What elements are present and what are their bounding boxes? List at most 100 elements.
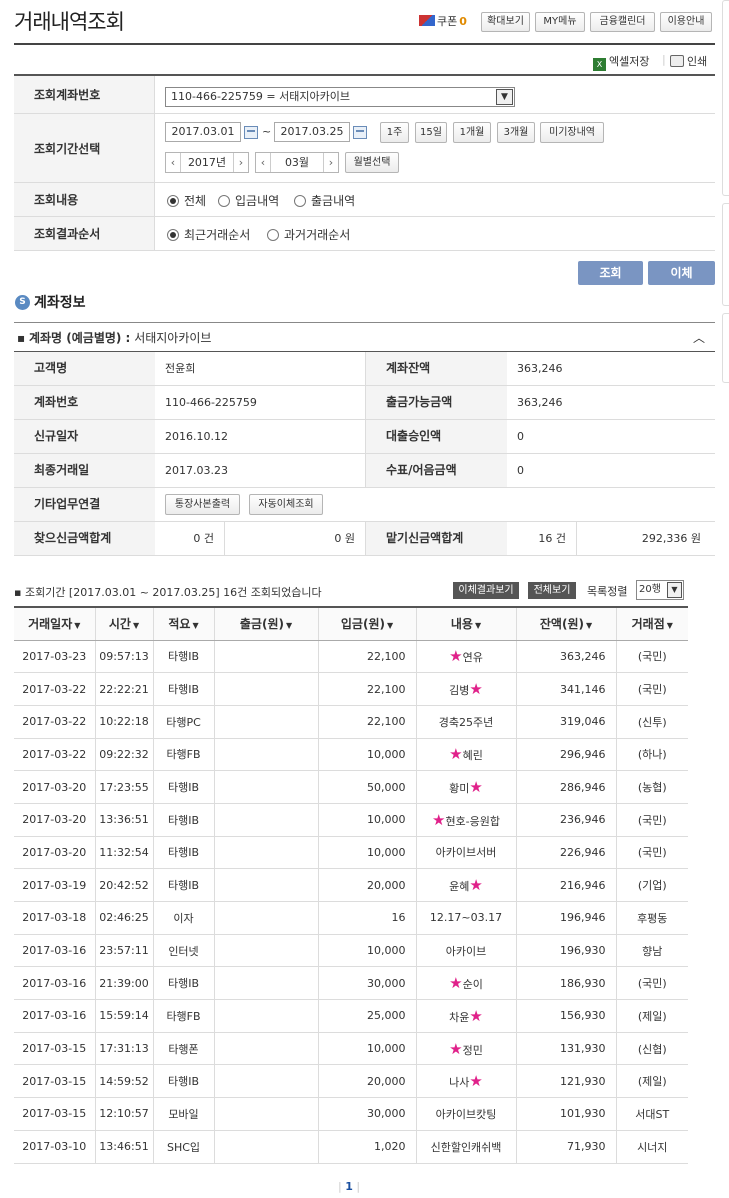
radio-recent-order[interactable]: 최근거래순서 xyxy=(167,226,250,243)
table-cell xyxy=(213,1097,318,1131)
table-cell: 후평동 xyxy=(615,901,688,935)
table-row: 2017-03-20 11:32:54 타행IB 10,000 아카이브서버 226,94… xyxy=(14,836,688,870)
column-header[interactable]: 출금(원) ▼ xyxy=(213,607,318,641)
deposit-amount: 292,336 원 xyxy=(641,532,701,545)
chevron-left-icon[interactable]: ‹ xyxy=(256,153,271,172)
date-from-input[interactable]: 2017.03.01 xyxy=(165,122,241,142)
table-cell: 10,000 xyxy=(317,738,416,772)
radio-past-order[interactable]: 과거거래순서 xyxy=(267,226,350,243)
calendar-icon[interactable] xyxy=(353,126,367,139)
table-cell: 196,946 xyxy=(515,901,616,935)
sort-desc-icon[interactable]: ▼ xyxy=(667,621,673,630)
chevron-right-icon[interactable]: › xyxy=(233,153,248,172)
sort-desc-icon[interactable]: ▼ xyxy=(475,621,481,630)
zoom-button[interactable]: 확대보기 xyxy=(481,12,530,32)
table-cell: 196,930 xyxy=(515,934,616,968)
sort-desc-icon[interactable]: ▼ xyxy=(286,621,292,630)
quick-1week-button[interactable]: 1주 xyxy=(380,122,409,143)
sort-desc-icon[interactable]: ▼ xyxy=(133,621,139,630)
table-cell xyxy=(213,672,318,706)
section-title-account: S 계좌정보 xyxy=(15,292,86,312)
table-cell: 15:59:14 xyxy=(94,999,153,1033)
table-cell xyxy=(213,640,318,674)
calendar-button[interactable]: 금융캘린더 xyxy=(590,12,655,32)
sort-desc-icon[interactable]: ▼ xyxy=(586,621,592,630)
guide-button[interactable]: 이용안내 xyxy=(660,12,712,32)
table-cell: (국민) xyxy=(615,836,688,870)
table-cell: 09:22:32 xyxy=(94,738,153,772)
table-cell: 차윤★ xyxy=(415,999,516,1033)
column-header[interactable]: 적요 ▼ xyxy=(152,607,214,641)
table-cell: 경축25주년 xyxy=(415,705,516,739)
table-cell xyxy=(213,868,318,902)
radio-deposit[interactable]: 입금내역 xyxy=(218,192,279,209)
table-cell: ★혜린 xyxy=(415,738,516,772)
sort-desc-icon[interactable]: ▼ xyxy=(192,621,198,630)
column-header[interactable]: 잔액(원) ▼ xyxy=(515,607,616,641)
column-header[interactable]: 시간 ▼ xyxy=(94,607,153,641)
column-header[interactable]: 거래일자 ▼ xyxy=(14,607,95,641)
autotransfer-button[interactable]: 자동이체조회 xyxy=(249,494,323,515)
table-cell: 12:10:57 xyxy=(94,1097,153,1131)
passbook-print-button[interactable]: 통장사본출력 xyxy=(165,494,240,515)
column-header[interactable]: 입금(원) ▼ xyxy=(317,607,416,641)
account-select[interactable]: 110-466-225759 = 서태지아카이브 ▼ xyxy=(165,87,515,107)
table-cell: 236,946 xyxy=(515,803,616,837)
month-stepper[interactable]: ‹ 03월 › xyxy=(255,152,339,173)
sort-desc-icon[interactable]: ▼ xyxy=(387,621,393,630)
star-icon: ★ xyxy=(469,1072,483,1091)
etc-label: 기타업무연결 xyxy=(14,488,155,521)
chevron-down-icon[interactable]: ▼ xyxy=(496,89,513,105)
table-cell: 17:23:55 xyxy=(94,770,153,804)
sort-desc-icon[interactable]: ▼ xyxy=(74,621,80,630)
month-select-button[interactable]: 월별선택 xyxy=(345,152,399,173)
radio-withdraw[interactable]: 출금내역 xyxy=(294,192,355,209)
table-cell: 윤혜★ xyxy=(415,868,516,902)
side-panel-edge xyxy=(722,313,729,383)
transfer-result-button[interactable]: 이체결과보기 xyxy=(453,582,519,599)
date-to-input[interactable]: 2017.03.25 xyxy=(274,122,350,142)
excel-save-link[interactable]: X 엑셀저장 xyxy=(593,53,649,71)
print-link[interactable]: 인쇄 xyxy=(670,53,707,69)
column-header[interactable]: 거래점 ▼ xyxy=(615,607,688,641)
table-cell: 02:46:25 xyxy=(94,901,153,935)
row-count-select[interactable]: 20행 ▼ xyxy=(636,580,684,600)
collapse-icon[interactable]: ︿ xyxy=(693,323,705,353)
radio-all[interactable]: 전체 xyxy=(167,192,206,209)
calendar-icon[interactable] xyxy=(244,126,258,139)
table-cell: 타행FB xyxy=(152,738,214,772)
table-cell: 타행IB xyxy=(152,672,214,706)
order-label: 조회결과순서 xyxy=(14,217,155,250)
my-menu-button[interactable]: MY메뉴 xyxy=(535,12,585,32)
chevron-down-icon[interactable]: ▼ xyxy=(667,582,682,598)
table-cell: 2017-03-15 xyxy=(14,1097,95,1131)
table-cell: 296,946 xyxy=(515,738,616,772)
table-row: 2017-03-22 10:22:18 타행PC 22,100 경축25주년 319,04… xyxy=(14,705,688,739)
top-bar: 거래내역조회 쿠폰 0 확대보기 MY메뉴 금융캘린더 이용안내 xyxy=(0,0,729,44)
table-cell: 모바일 xyxy=(152,1097,214,1131)
transfer-button[interactable]: 이체 xyxy=(648,261,715,285)
page-current[interactable]: 1 xyxy=(345,1180,353,1193)
view-all-button[interactable]: 전체보기 xyxy=(528,582,576,599)
year-stepper[interactable]: ‹ 2017년 › xyxy=(165,152,249,173)
table-cell: ★순이 xyxy=(415,966,516,1001)
table-cell: 타행IB xyxy=(152,836,214,870)
coupon-link[interactable]: 쿠폰 0 xyxy=(419,13,467,29)
table-cell xyxy=(213,1064,318,1099)
last-date-value: 2017.03.23 xyxy=(155,454,366,487)
table-cell: 341,146 xyxy=(515,672,616,706)
customer-label: 고객명 xyxy=(14,352,155,385)
column-header[interactable]: 내용 ▼ xyxy=(415,607,516,641)
chevron-left-icon[interactable]: ‹ xyxy=(166,153,181,172)
date-tilde: ~ xyxy=(262,125,272,138)
side-panel-edge xyxy=(722,203,729,306)
quick-15days-button[interactable]: 15일 xyxy=(415,122,447,143)
quick-1month-button[interactable]: 1개월 xyxy=(453,122,491,143)
quick-3month-button[interactable]: 3개월 xyxy=(497,122,535,143)
table-cell: 타행IB xyxy=(152,966,214,1001)
unposted-button[interactable]: 미기장내역 xyxy=(540,122,604,143)
table-cell xyxy=(213,836,318,870)
account-row: 조회계좌번호 110-466-225759 = 서태지아카이브 ▼ xyxy=(14,76,715,114)
chevron-right-icon[interactable]: › xyxy=(323,153,338,172)
search-button[interactable]: 조회 xyxy=(578,261,643,285)
